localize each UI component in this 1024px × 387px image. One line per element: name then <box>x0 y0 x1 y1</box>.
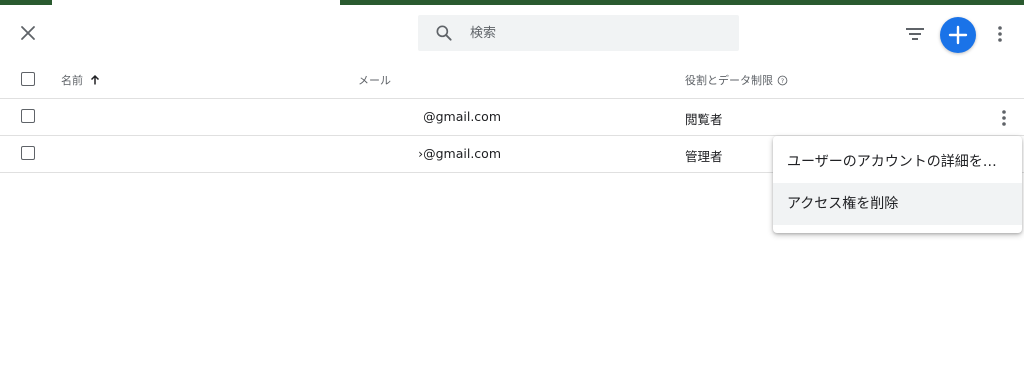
row-more-vert-icon[interactable] <box>994 107 1014 129</box>
more-vert-icon[interactable] <box>990 22 1010 46</box>
sort-arrow-up-icon <box>90 74 100 85</box>
row-role: 管理者 <box>685 149 723 164</box>
menu-item-account-details[interactable]: ユーザーのアカウントの詳細を… <box>773 141 1022 183</box>
column-header-name[interactable]: 名前 <box>61 72 101 88</box>
close-icon[interactable] <box>14 19 42 47</box>
filter-icon[interactable] <box>903 22 927 46</box>
select-all-checkbox[interactable] <box>21 72 35 86</box>
search-input[interactable] <box>468 24 722 42</box>
menu-item-remove-access[interactable]: アクセス権を削除 <box>773 183 1022 225</box>
help-icon[interactable]: ? <box>777 75 788 86</box>
row-checkbox[interactable] <box>21 109 35 123</box>
row-email: ›@gmail.com <box>418 146 501 161</box>
plus-icon <box>948 25 968 45</box>
row-context-menu: ユーザーのアカウントの詳細を… アクセス権を削除 <box>773 136 1022 233</box>
table-header: 名前 メール 役割とデータ制限 ? <box>0 61 1024 99</box>
search-icon <box>436 25 452 41</box>
row-email: @gmail.com <box>423 109 501 124</box>
add-user-button[interactable] <box>940 17 976 53</box>
column-header-role: 役割とデータ制限 ? <box>685 72 788 88</box>
column-header-email: メール <box>358 74 391 87</box>
table-row[interactable]: @gmail.com 閲覧者 <box>0 99 1024 136</box>
svg-text:?: ? <box>781 76 784 84</box>
column-header-role-label: 役割とデータ制限 <box>685 74 773 87</box>
column-header-name-label: 名前 <box>61 74 83 87</box>
toolbar <box>0 5 1024 61</box>
row-role: 閲覧者 <box>685 112 723 127</box>
row-checkbox[interactable] <box>21 146 35 160</box>
search-box[interactable] <box>418 15 739 51</box>
